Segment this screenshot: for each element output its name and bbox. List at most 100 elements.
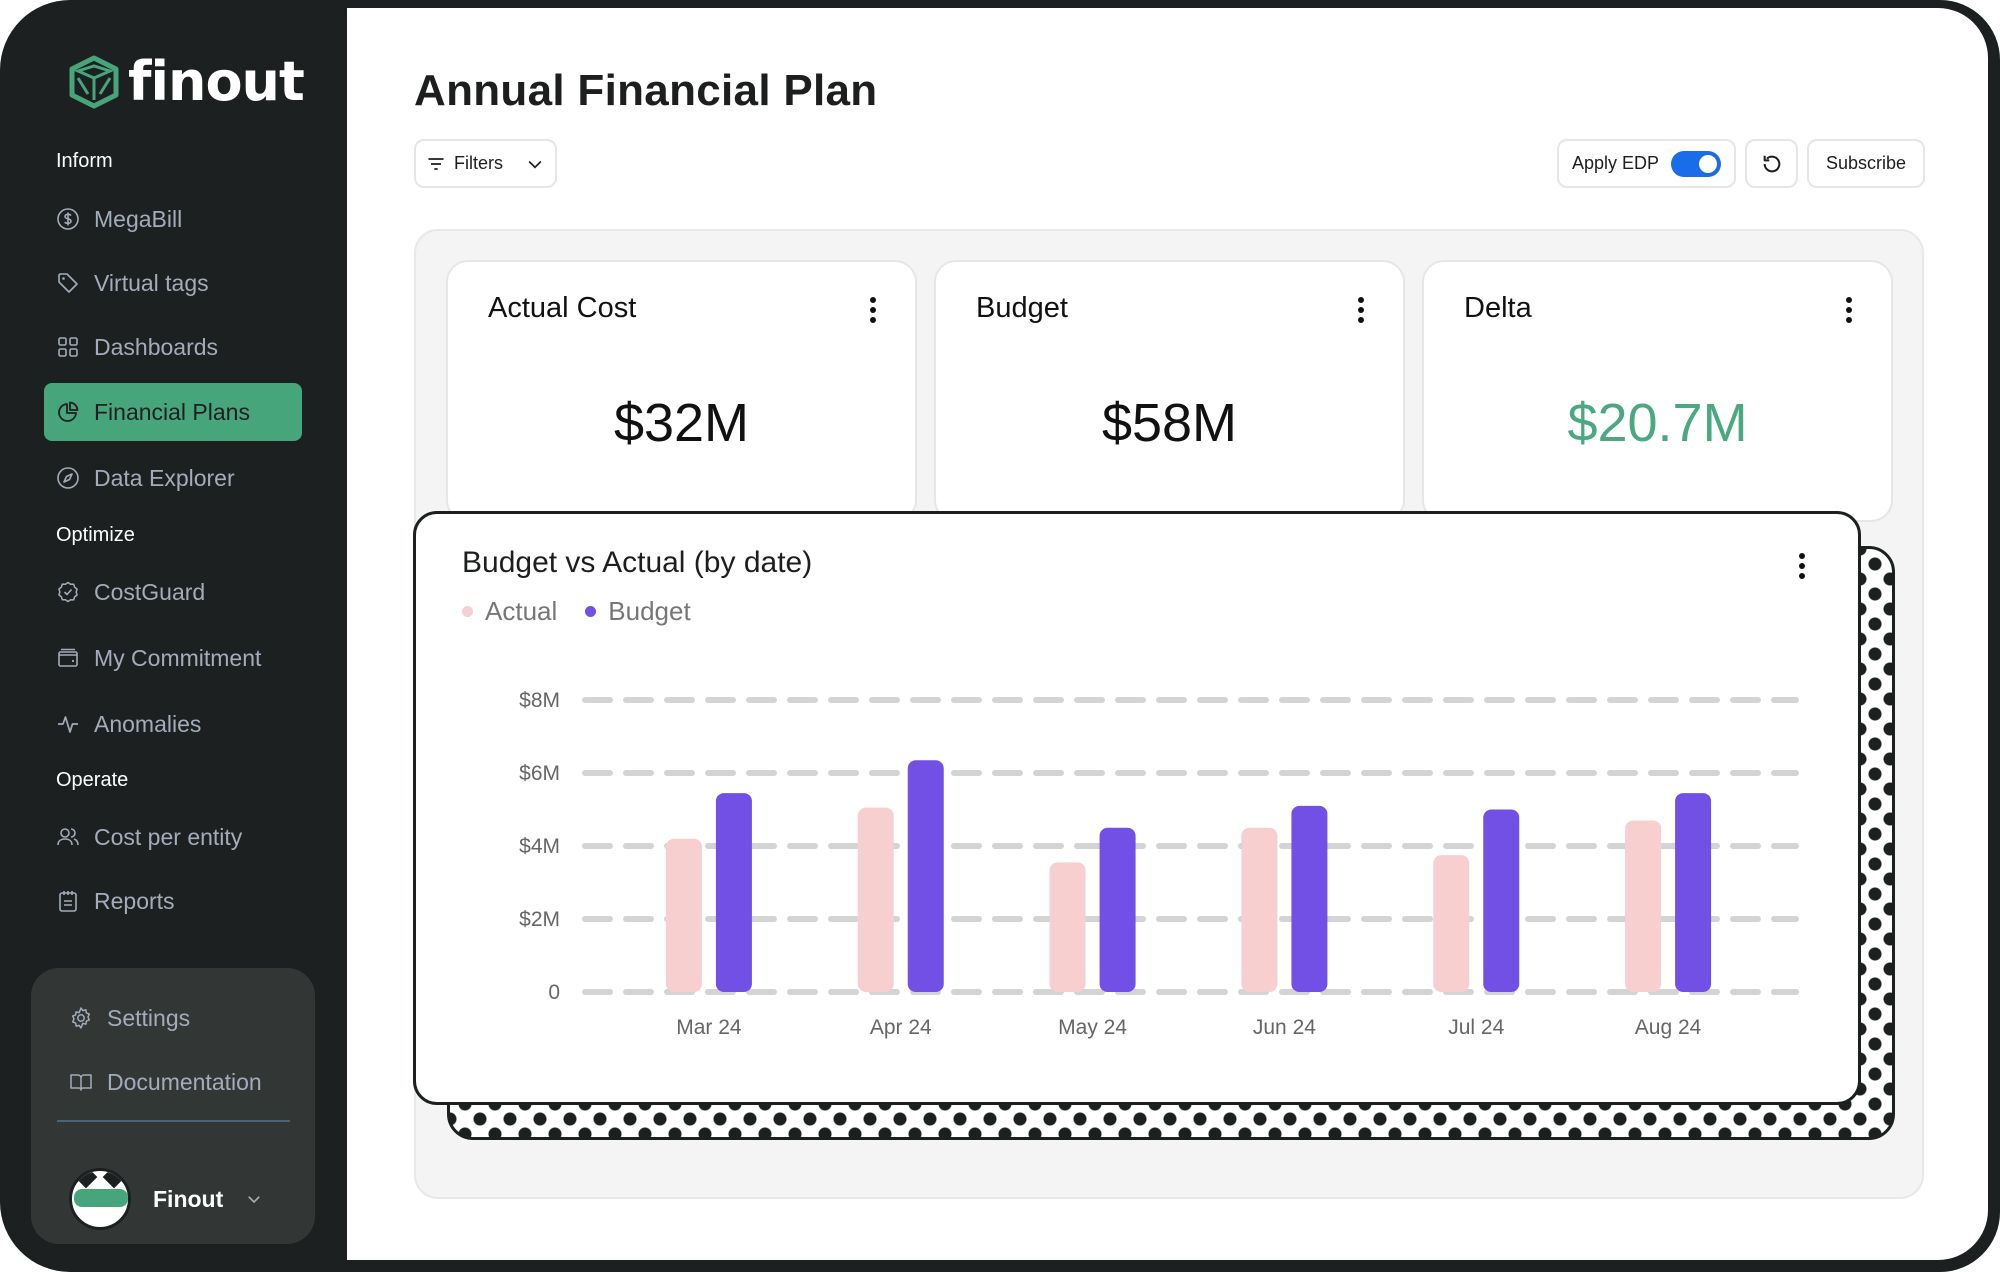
kpi-value: $20.7M [1567,393,1748,453]
sidebar-item-dashboards[interactable]: Dashboards [44,318,302,376]
finout-logo[interactable]: finout [66,50,305,113]
x-tick-label: Mar 24 [676,1016,742,1039]
documentation-link[interactable]: Documentation [57,1057,287,1107]
y-tick-label: $4M [519,835,560,858]
page-title: Annual Financial Plan [414,66,878,115]
bar-budget [1483,809,1520,992]
refresh-icon [1763,155,1780,172]
bar-actual [665,838,702,992]
toggle-knob [1699,154,1718,173]
pie-chart-icon [58,401,79,422]
more-vertical-icon[interactable] [1355,296,1367,324]
sidebar-item-label: Virtual tags [94,269,209,296]
more-vertical-icon[interactable] [1796,552,1808,580]
grid-icon [58,337,78,357]
sidebar-item-virtual-tags[interactable]: Virtual tags [44,254,302,312]
sidebar-item-data-explorer[interactable]: Data Explorer [44,449,302,507]
kpi-title: Budget [976,292,1068,324]
section-operate: Operate [56,769,129,791]
chevron-down-icon [528,160,542,169]
legend-label: Budget [608,596,691,626]
sidebar-item-label: Anomalies [94,710,202,737]
bar-budget [1291,805,1328,992]
filter-icon [428,157,444,170]
cube-logo-icon [69,55,119,108]
chart-title: Budget vs Actual (by date) [462,546,813,579]
refresh-button[interactable] [1745,139,1798,188]
sidebar-item-megabill[interactable]: MegaBill [44,190,302,248]
sidebar-item-anomalies[interactable]: Anomalies [44,695,302,753]
subscribe-label: Subscribe [1825,153,1907,173]
activity-icon [58,716,78,733]
sidebar: finout Inform MegaBill Virtual tags Dash… [0,0,347,1272]
sidebar-item-label: Financial Plans [94,398,250,425]
apply-edp-toggle[interactable] [1671,150,1722,177]
sidebar-item-label: CostGuard [94,578,206,605]
sidebar-item-label: Dashboards [94,333,219,360]
sidebar-item-label: Reports [94,887,175,914]
bar-actual [1049,862,1086,992]
sidebar-item-reports[interactable]: Reports [44,872,302,930]
sidebar-item-cost-per-entity[interactable]: Cost per entity [44,808,302,866]
apply-edp-control: Apply EDP [1557,139,1736,188]
dollar-circle-icon [57,208,79,230]
y-tick-label: $8M [519,689,560,712]
tag-icon [58,273,78,293]
sidebar-item-label: Cost per entity [94,823,243,850]
y-tick-label: $6M [519,762,560,785]
sidebar-item-label: My Commitment [94,644,262,671]
sidebar-item-costguard[interactable]: CostGuard [44,563,302,621]
badge-check-icon [58,581,78,603]
bar-actual [857,807,894,992]
more-vertical-icon[interactable] [1843,296,1855,324]
gear-icon [71,1007,91,1029]
chart-legend: Actual Budget [462,596,691,627]
sidebar-item-label: Data Explorer [94,464,235,491]
more-vertical-icon[interactable] [867,296,879,324]
kpi-card-actual-cost: Actual Cost $32M [446,260,917,522]
budget-vs-actual-chart: 0 $2M $4M $6M $8M Mar 24 Apr 24 May 24 Jun 24 Jul… [413,511,1861,1105]
legend-dot [462,606,473,617]
settings-link[interactable]: Settings [57,993,287,1043]
apply-edp-label: Apply EDP [1571,153,1660,173]
filters-button[interactable]: Filters [414,139,557,188]
legend-dot [585,606,597,617]
avatar [69,1168,131,1230]
subscribe-button[interactable]: Subscribe [1807,139,1925,188]
sidebar-item-my-commitment[interactable]: My Commitment [44,629,302,687]
sidebar-item-financial-plans[interactable]: Financial Plans [44,383,302,441]
user-name: Finout [153,1185,224,1212]
bar-budget [1099,827,1136,992]
sidebar-bottom-panel: Settings Documentation Finout [31,968,315,1244]
avatar-ear [102,1171,126,1189]
section-inform: Inform [56,150,113,172]
avatar-mask [74,1189,128,1207]
kpi-value: $32M [613,393,750,453]
filters-label: Filters [454,153,503,173]
x-tick-label: Aug 24 [1635,1016,1702,1039]
bar-budget [715,793,752,992]
bar-actual [1433,855,1470,992]
section-optimize: Optimize [56,524,135,546]
sidebar-item-label: MegaBill [94,205,183,232]
kpi-value: $58M [1101,393,1238,453]
kpi-title: Actual Cost [488,292,637,324]
kpi-card-budget: Budget $58M [934,260,1405,522]
users-icon [57,828,79,846]
bar-budget [907,760,944,992]
bar-budget [1675,793,1712,992]
chevron-down-icon [248,1196,261,1204]
legend-item-actual[interactable]: Actual [462,596,557,627]
legend-label: Actual [485,596,558,626]
x-tick-label: Apr 24 [870,1016,932,1039]
y-tick-label: 0 [548,981,560,1004]
legend-item-budget[interactable]: Budget [585,596,691,627]
kpi-card-delta: Delta $20.7M [1422,260,1893,522]
avatar-ear [74,1171,98,1189]
x-tick-label: May 24 [1058,1016,1127,1039]
documentation-label: Documentation [107,1068,262,1095]
bar-actual [1241,827,1278,992]
x-tick-label: Jul 24 [1448,1016,1504,1039]
clipboard-icon [59,891,77,912]
user-menu[interactable]: Finout [69,1168,263,1230]
